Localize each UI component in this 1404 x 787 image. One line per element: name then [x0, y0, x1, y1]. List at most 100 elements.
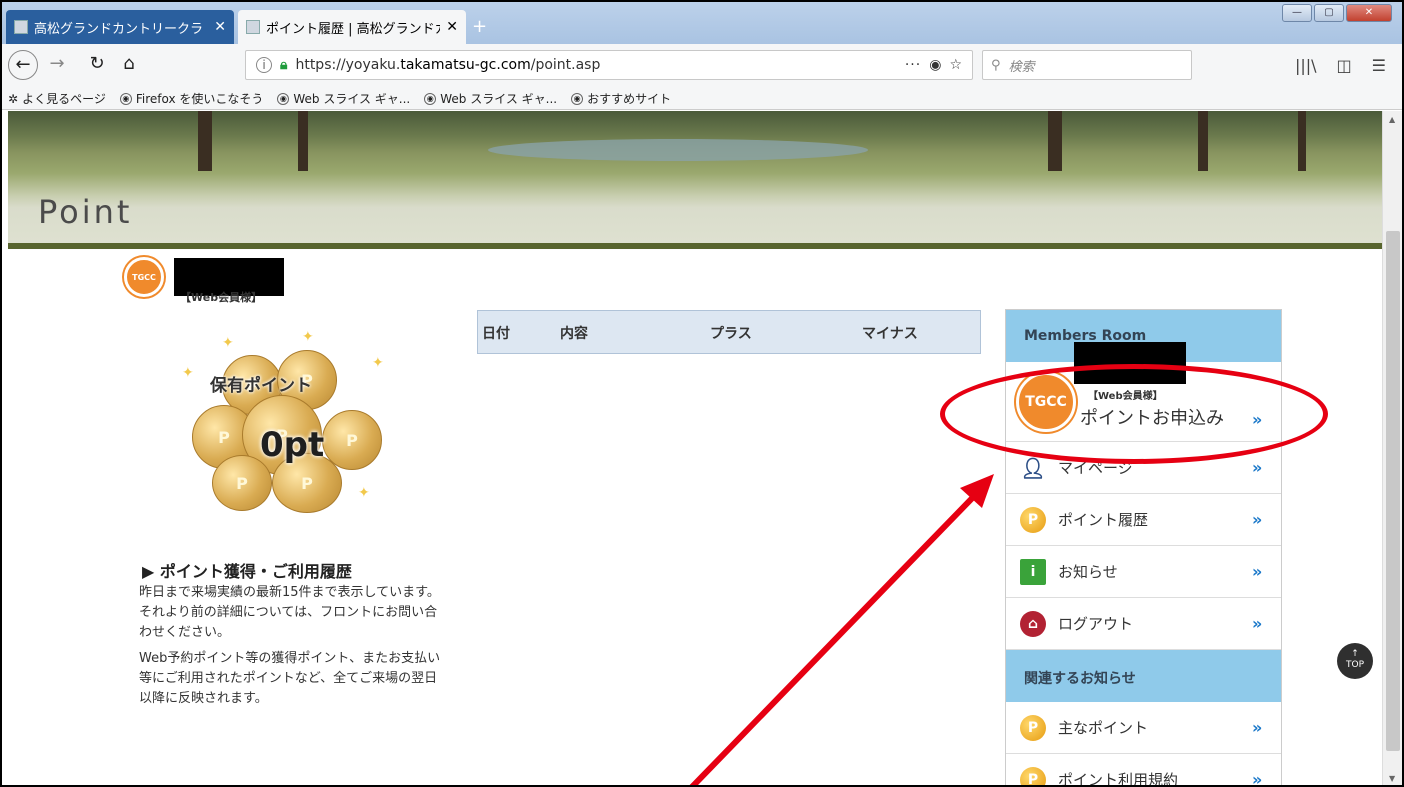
- library-icon[interactable]: |||\: [1295, 56, 1317, 75]
- chevron-right-icon: »: [1252, 410, 1262, 429]
- url-bar[interactable]: i 🔒︎ https://yoyaku.takamatsu-gc.com/poi…: [245, 50, 973, 80]
- url-domain: takamatsu-gc.com: [400, 57, 531, 73]
- url-text[interactable]: https://yoyaku.takamatsu-gc.com/point.as…: [295, 57, 896, 73]
- point-coin-icon: P: [1020, 714, 1046, 741]
- info-icon: i: [1020, 558, 1046, 585]
- bookmark-star-icon[interactable]: ☆: [949, 57, 962, 73]
- column-content: 内容: [560, 326, 588, 342]
- reload-button[interactable]: ↻: [82, 50, 112, 80]
- minimize-button[interactable]: —: [1282, 4, 1312, 22]
- scroll-up-icon[interactable]: ▲: [1389, 115, 1395, 124]
- search-icon: ⚲: [991, 57, 1001, 73]
- close-icon[interactable]: ✕: [446, 19, 458, 35]
- home-button[interactable]: ⌂: [114, 50, 144, 80]
- related-news-heading: 関連するお知らせ: [1006, 650, 1281, 702]
- browser-window: 高松グランドカントリークラ ✕ ポイント履歴 | 高松グランドカ ✕ + — ▢…: [0, 0, 1404, 787]
- bookmark-web-slice-1[interactable]: ◉ Web スライス ギャ...: [277, 90, 410, 107]
- scroll-down-icon[interactable]: ▼: [1389, 774, 1395, 783]
- toolbar-right: |||\ ◫ ☰: [1295, 56, 1386, 75]
- url-path: /point.asp: [530, 57, 601, 73]
- back-button[interactable]: ←: [8, 50, 38, 80]
- bookmark-label: Web スライス ギャ...: [293, 92, 411, 106]
- person-icon: 👤︎: [1020, 455, 1046, 480]
- sidebar-item-main-points[interactable]: P 主なポイント »: [1006, 702, 1281, 754]
- sidebar-item-news[interactable]: i お知らせ »: [1006, 546, 1281, 598]
- chevron-right-icon: »: [1252, 718, 1262, 737]
- page-title: Point: [38, 193, 133, 231]
- favicon-icon: [246, 20, 260, 34]
- search-placeholder: 検索: [1008, 59, 1035, 75]
- sparkle-icon: ✦: [222, 335, 234, 351]
- globe-icon: ◉: [119, 92, 132, 105]
- close-icon[interactable]: ✕: [214, 19, 226, 35]
- point-coin-icon: P: [1020, 766, 1046, 785]
- gear-icon: ✲: [8, 91, 19, 106]
- hero-tree: [1198, 111, 1208, 171]
- tab-point-history[interactable]: ポイント履歴 | 高松グランドカ ✕: [238, 10, 466, 44]
- back-to-top-button[interactable]: ↑ TOP: [1337, 643, 1373, 679]
- window-close-button[interactable]: ✕: [1346, 4, 1392, 22]
- point-apply-label: ポイントお申込み: [1080, 408, 1224, 429]
- globe-icon: ◉: [424, 92, 437, 105]
- hero-banner: Point: [8, 111, 1382, 249]
- scrollbar[interactable]: ▲ ▼: [1382, 111, 1402, 785]
- menu-icon[interactable]: ☰: [1372, 56, 1386, 75]
- sidebar-item-mypage[interactable]: 👤︎ マイページ »: [1006, 442, 1281, 494]
- forward-button[interactable]: →: [42, 50, 72, 80]
- sidebar-item-label: マイページ: [1058, 459, 1133, 477]
- chevron-right-icon: »: [1252, 458, 1262, 477]
- search-bar[interactable]: ⚲ 検索: [982, 50, 1192, 80]
- arrow-up-icon: ↑: [1351, 649, 1359, 659]
- bookmark-recommended[interactable]: ◉ おすすめサイト: [571, 90, 671, 107]
- bookmark-web-slice-2[interactable]: ◉ Web スライス ギャ...: [424, 90, 557, 107]
- sparkle-icon: ✦: [302, 329, 314, 345]
- column-date: 日付: [482, 326, 510, 342]
- hero-tree: [298, 111, 308, 171]
- bookmark-firefox[interactable]: ◉ Firefox を使いこなそう: [119, 90, 264, 107]
- sidebar-item-label: ポイント履歴: [1058, 511, 1149, 529]
- sidebar-item-label: お知らせ: [1058, 563, 1118, 581]
- history-description: 昨日まで来場実績の最新15件まで表示しています。それより前の詳細については、フロ…: [139, 583, 447, 715]
- bookmarks-bar: ✲ よく見るページ ◉ Firefox を使いこなそう ◉ Web スライス ギャ..…: [2, 88, 1402, 110]
- tab-home[interactable]: 高松グランドカントリークラ ✕: [6, 10, 234, 44]
- hero-grass: [8, 243, 1382, 249]
- history-paragraph: 昨日まで来場実績の最新15件まで表示しています。それより前の詳細については、フロ…: [139, 585, 440, 640]
- sidebar-item-logout[interactable]: ⌂ ログアウト »: [1006, 598, 1281, 650]
- club-logo-icon: TGCC: [124, 257, 164, 297]
- sparkle-icon: ✦: [372, 355, 384, 371]
- scroll-thumb[interactable]: [1386, 231, 1400, 751]
- navigation-bar: ← → ↻ ⌂ i 🔒︎ https://yoyaku.takamatsu-gc…: [2, 44, 1402, 88]
- maximize-button[interactable]: ▢: [1314, 4, 1344, 22]
- new-tab-button[interactable]: +: [472, 16, 487, 37]
- points-panel: P P P P P P P ✦ ✦ ✦ ✦ ✦ 保有ポイント 0pt: [132, 323, 448, 523]
- bookmark-most-visited[interactable]: ✲ よく見るページ: [8, 90, 106, 107]
- url-prefix: https://yoyaku.: [295, 57, 401, 73]
- column-plus: プラス: [710, 326, 752, 342]
- lock-icon: 🔒︎: [280, 57, 288, 73]
- tab-label: ポイント履歴 | 高松グランドカ: [266, 21, 441, 37]
- chevron-right-icon: »: [1252, 770, 1262, 787]
- user-type-label: 【Web会員様】: [180, 291, 263, 304]
- favicon-icon: [14, 20, 28, 34]
- page-actions-icon[interactable]: ···: [905, 57, 921, 73]
- pocket-icon[interactable]: ◉: [929, 57, 941, 73]
- top-label: TOP: [1345, 660, 1364, 670]
- info-icon[interactable]: i: [256, 57, 272, 73]
- sidebar-icon[interactable]: ◫: [1337, 56, 1352, 75]
- bookmark-label: よく見るページ: [22, 92, 106, 106]
- lock-icon: ⌂: [1020, 610, 1046, 637]
- bookmark-label: Firefox を使いこなそう: [135, 92, 264, 106]
- sidebar-item-point-history[interactable]: P ポイント履歴 »: [1006, 494, 1281, 546]
- chevron-right-icon: »: [1252, 510, 1262, 529]
- redacted-username: [1074, 342, 1186, 384]
- window-controls: — ▢ ✕: [1282, 4, 1392, 22]
- globe-icon: ◉: [571, 92, 584, 105]
- bookmark-label: Web スライス ギャ...: [440, 92, 558, 106]
- sparkle-icon: ✦: [182, 365, 194, 381]
- column-minus: マイナス: [862, 326, 918, 342]
- point-coin-icon: P: [1020, 506, 1046, 533]
- sidebar-item-point-terms[interactable]: P ポイント利用規約 »: [1006, 754, 1281, 787]
- point-history-table-header: 日付 内容 プラス マイナス: [477, 310, 981, 354]
- member-apply-link[interactable]: TGCC 【Web会員様】 ポイントお申込み »: [1006, 342, 1281, 442]
- member-type-label: 【Web会員様】: [1088, 391, 1163, 402]
